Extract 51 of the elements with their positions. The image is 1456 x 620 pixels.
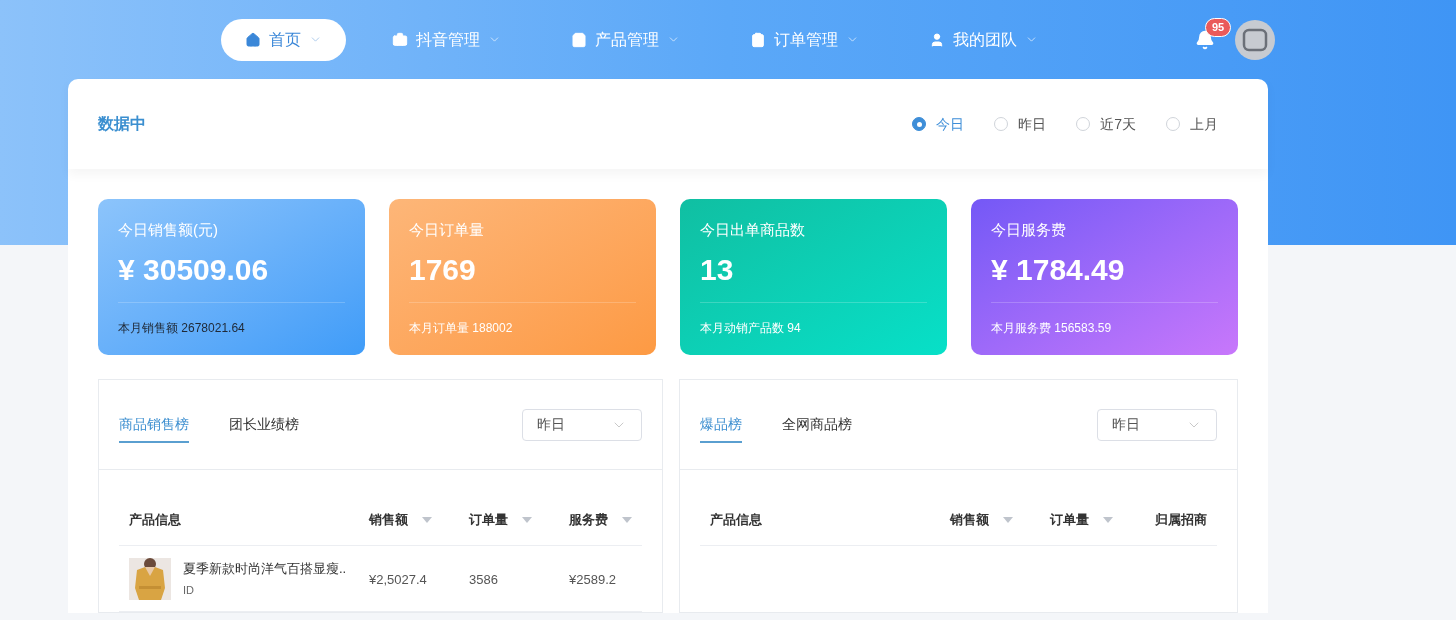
- column-header: 归属招商: [1155, 510, 1207, 529]
- tab[interactable]: 全网商品榜: [782, 406, 852, 443]
- tab[interactable]: 爆品榜: [700, 406, 742, 443]
- period-radio[interactable]: 上月: [1166, 113, 1218, 135]
- stat-value: ¥ 30509.06: [118, 251, 270, 288]
- stat-value: ¥ 1784.49: [991, 251, 1126, 288]
- column-header: 服务费: [569, 510, 608, 529]
- sort-icon[interactable]: [422, 516, 432, 523]
- sort-icon[interactable]: [622, 516, 632, 523]
- period-radio[interactable]: 昨日: [994, 113, 1047, 135]
- column-header: 产品信息: [129, 510, 181, 529]
- avatar[interactable]: [1235, 19, 1275, 60]
- stat-footer: 本月订单量 188002: [409, 320, 513, 335]
- sort-icon[interactable]: [522, 516, 532, 523]
- column-header: 销售额: [950, 510, 989, 529]
- period-select[interactable]: 昨日: [522, 408, 642, 441]
- column-header: 订单量: [469, 510, 508, 529]
- tab[interactable]: 商品销售榜: [119, 406, 189, 443]
- stat-title: 今日销售额(元): [118, 220, 219, 240]
- table-cell: ¥2589.2: [569, 571, 616, 587]
- period-select[interactable]: 昨日: [1097, 408, 1217, 441]
- nav-item[interactable]: 我的团队: [905, 18, 1062, 61]
- stat-title: 今日出单商品数: [700, 220, 806, 240]
- stat-title: 今日订单量: [409, 220, 485, 240]
- sort-icon[interactable]: [1003, 516, 1013, 523]
- column-header: 产品信息: [710, 510, 762, 529]
- period-radio[interactable]: 近7天: [1076, 113, 1136, 135]
- stat-footer: 本月服务费 156583.59: [991, 320, 1112, 335]
- home-icon: [245, 31, 261, 48]
- column-header: 销售额: [369, 510, 408, 529]
- bell-icon: [1195, 29, 1215, 50]
- page-title: 数据中: [98, 114, 146, 134]
- briefcase-icon: [392, 31, 408, 48]
- tab[interactable]: 团长业绩榜: [229, 406, 299, 443]
- column-header: 订单量: [1050, 510, 1089, 529]
- table-cell: 3586: [469, 571, 498, 587]
- stat-footer: 本月销售额 2678021.64: [118, 320, 245, 335]
- product-name: 夏季新款时尚洋气百搭显瘦..: [183, 559, 347, 578]
- nav-item[interactable]: 首页: [221, 18, 346, 61]
- stat-footer: 本月动销产品数 94: [700, 320, 801, 335]
- nav-item[interactable]: 抖音管理: [368, 18, 525, 61]
- nav-item[interactable]: 产品管理: [547, 18, 704, 61]
- stat-value: 1769: [409, 251, 477, 288]
- period-radio[interactable]: 今日: [912, 113, 965, 135]
- stat-title: 今日服务费: [991, 220, 1067, 240]
- table-cell: ¥2,5027.4: [369, 571, 427, 587]
- sort-icon[interactable]: [1103, 516, 1113, 523]
- nav-item[interactable]: 订单管理: [726, 18, 883, 61]
- product-id: ID: [183, 583, 195, 598]
- stat-value: 13: [700, 251, 735, 288]
- user-icon: [929, 31, 945, 48]
